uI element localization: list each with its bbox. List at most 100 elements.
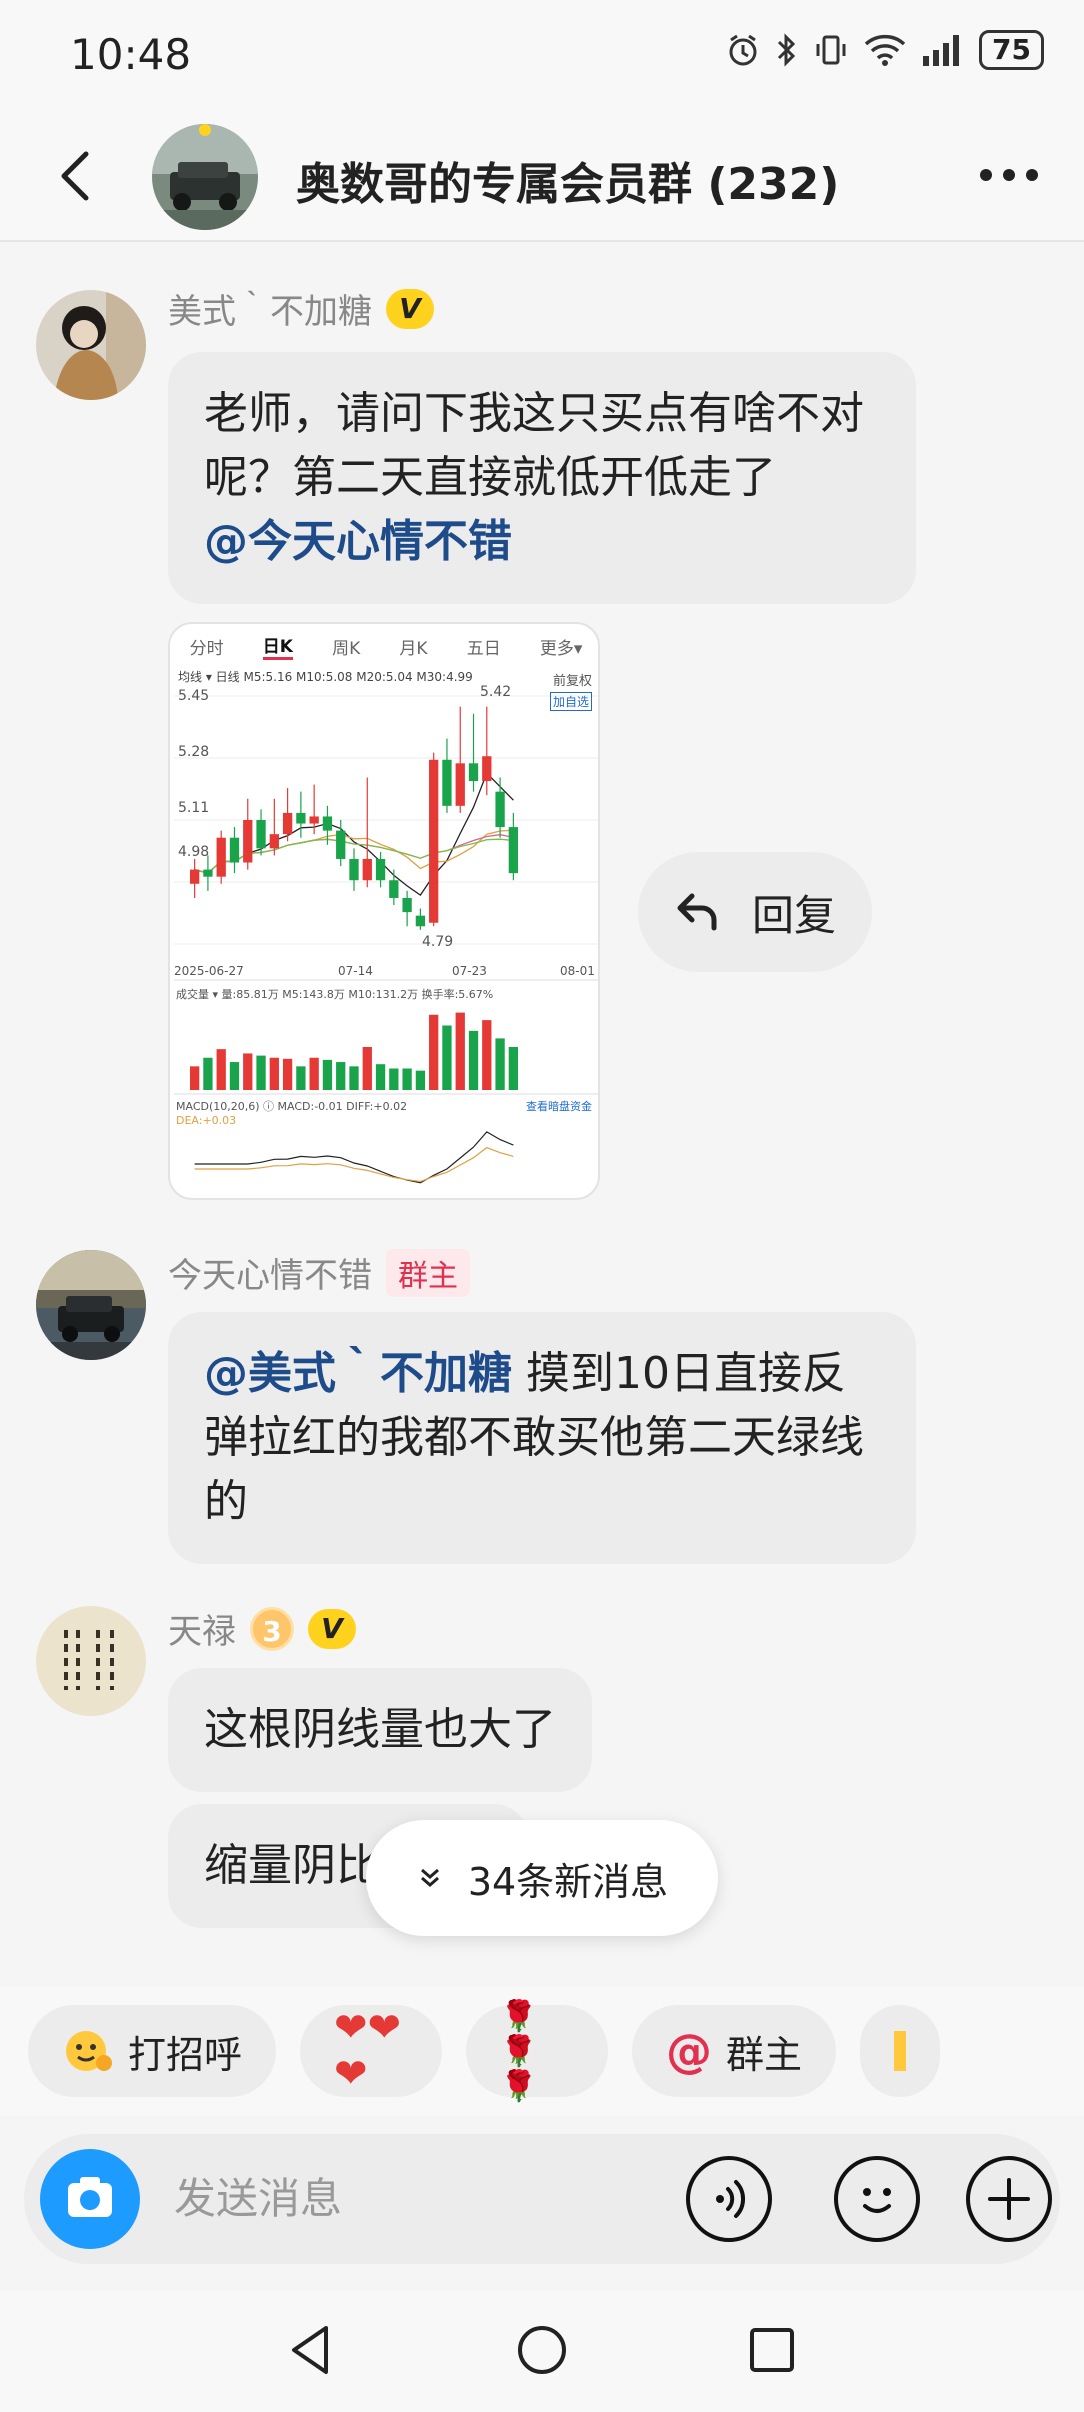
voice-button[interactable] bbox=[686, 2156, 772, 2242]
quick-reply-roses[interactable]: 🌹 🌹 🌹 bbox=[466, 1999, 609, 2104]
volume-bar bbox=[495, 1038, 505, 1090]
candle-body bbox=[309, 816, 319, 824]
sender-name: 天禄 3 V bbox=[168, 1604, 356, 1653]
chart-tabs: 分时 日K 周K 月K 五日 更多▾ bbox=[170, 624, 598, 668]
candle-body bbox=[189, 869, 200, 884]
group-title: 奥数哥的专属会员群 (232) bbox=[296, 159, 840, 210]
candle-body bbox=[243, 820, 253, 863]
nav-home-icon[interactable] bbox=[512, 2320, 572, 2380]
volume-bar bbox=[389, 1068, 399, 1090]
quick-reply-mention-owner[interactable]: @ 群主 bbox=[632, 2005, 837, 2097]
candle-body bbox=[402, 897, 412, 913]
message-bubble[interactable]: 这根阴线量也大了 bbox=[168, 1668, 592, 1792]
owner-badge: 群主 bbox=[386, 1248, 470, 1297]
chart-tab: 月K bbox=[399, 638, 428, 659]
add-button[interactable] bbox=[966, 2156, 1052, 2242]
group-avatar[interactable] bbox=[152, 124, 258, 230]
candle-body bbox=[203, 869, 213, 877]
volume-bar bbox=[296, 1066, 306, 1090]
camera-button[interactable] bbox=[40, 2149, 140, 2249]
volume-bar bbox=[189, 1066, 200, 1090]
battery-indicator: 75 bbox=[979, 30, 1044, 70]
emoji-icon bbox=[863, 2188, 891, 2213]
wave-emoji-icon bbox=[66, 2031, 112, 2071]
hearts-icon: ❤❤❤ bbox=[334, 2005, 402, 2097]
chart-tab-active: 日K bbox=[262, 632, 293, 660]
candle-body bbox=[389, 880, 399, 898]
sender-name-text: 美式｀不加糖 bbox=[168, 292, 372, 332]
message-input[interactable]: 发送消息 bbox=[174, 2164, 674, 2234]
ma-legend: 均线 ▾ 日线 M5:5.16 M10:5.08 M20:5.04 M30:4.… bbox=[178, 670, 473, 684]
nav-back-icon[interactable] bbox=[282, 2320, 342, 2380]
stock-chart-image[interactable]: 分时 日K 周K 月K 五日 更多▾ 均线 ▾ 日线 M5:5.16 M10:5… bbox=[168, 622, 600, 1200]
quick-reply-more[interactable] bbox=[860, 2005, 941, 2097]
avatar[interactable] bbox=[36, 1606, 146, 1716]
mention-link[interactable]: @今天心情不错 bbox=[204, 516, 512, 567]
nav-recents-icon[interactable] bbox=[742, 2320, 802, 2380]
status-time: 10:48 bbox=[70, 30, 192, 79]
macd-legend: MACD(10,20,6) ⓘ MACD:-0.01 DIFF:+0.02 bbox=[176, 1100, 408, 1113]
chart-tab: 五日 bbox=[466, 638, 501, 659]
volume-bar bbox=[336, 1062, 346, 1090]
price-label: 4.98 bbox=[178, 844, 210, 860]
add-watchlist-label: 加自选 bbox=[549, 692, 592, 711]
quick-reply-bar: 打招呼 ❤❤❤ 🌹 🌹 🌹 @ 群主 bbox=[0, 1986, 1084, 2116]
date-label: 07-14 bbox=[338, 964, 373, 978]
more-icon[interactable] bbox=[974, 150, 1044, 200]
at-icon: @ bbox=[666, 2024, 713, 2078]
volume-bar bbox=[322, 1059, 333, 1090]
message-bubble[interactable]: @美式｀不加糖 摸到10日直接反弹拉红的我都不敢买他第二天绿线的 bbox=[168, 1312, 916, 1564]
candle-body bbox=[429, 759, 439, 923]
message-text: 缩量阴比 bbox=[204, 1840, 380, 1891]
message-bubble[interactable]: 老师，请问下我这只买点有啥不对呢？第二天直接就低开低走了 @今天心情不错 bbox=[168, 352, 916, 604]
sender-name: 美式｀不加糖 V bbox=[168, 284, 434, 333]
volume-bar bbox=[482, 1020, 492, 1090]
wifi-icon bbox=[864, 34, 906, 66]
sender-name-text: 天禄 bbox=[168, 1612, 236, 1652]
avatar[interactable] bbox=[36, 290, 146, 400]
message-text: 这根阴线量也大了 bbox=[204, 1704, 556, 1755]
quick-reply-greet[interactable]: 打招呼 bbox=[28, 2005, 277, 2097]
avatar[interactable] bbox=[36, 1250, 146, 1360]
candle-body bbox=[336, 830, 346, 859]
level-badge: 3 bbox=[250, 1606, 294, 1651]
roses-icon: 🌹 🌹 🌹 bbox=[500, 1998, 538, 2104]
reply-button[interactable]: 回复 bbox=[638, 852, 872, 972]
message-text: 老师，请问下我这只买点有啥不对呢？第二天直接就低开低走了 bbox=[204, 388, 864, 503]
volume-bar bbox=[429, 1014, 439, 1090]
back-icon[interactable] bbox=[48, 146, 108, 206]
candle-body bbox=[229, 837, 240, 863]
candle-body bbox=[442, 759, 452, 806]
reply-label: 回复 bbox=[751, 890, 836, 940]
camera-icon bbox=[68, 2177, 112, 2217]
volume-bar bbox=[216, 1049, 226, 1090]
emoji-button[interactable] bbox=[834, 2156, 920, 2242]
message-list[interactable]: 美式｀不加糖 V 老师，请问下我这只买点有啥不对呢？第二天直接就低开低走了 @今… bbox=[0, 244, 1084, 1974]
candle-body bbox=[508, 827, 519, 874]
candle-body bbox=[495, 791, 505, 828]
voice-icon bbox=[716, 2180, 746, 2218]
quick-reply-hearts[interactable]: ❤❤❤ bbox=[300, 2005, 443, 2097]
plus-icon bbox=[988, 2178, 1030, 2220]
high-price-label: 5.42 bbox=[480, 684, 512, 700]
mention-link[interactable]: @美式｀不加糖 bbox=[204, 1348, 512, 1399]
new-messages-button[interactable]: 34条新消息 bbox=[366, 1820, 718, 1936]
volume-bar bbox=[243, 1053, 253, 1090]
price-label: 5.45 bbox=[178, 688, 210, 704]
candle-body bbox=[415, 915, 426, 927]
volume-bar bbox=[256, 1055, 266, 1090]
low-price-label: 4.79 bbox=[422, 934, 454, 950]
candle-body bbox=[282, 812, 293, 835]
verified-badge: V bbox=[308, 1608, 356, 1649]
quick-reply-label: 打招呼 bbox=[128, 2032, 243, 2077]
sender-name: 今天心情不错 群主 bbox=[168, 1248, 470, 1297]
candle-body bbox=[362, 858, 372, 881]
status-bar: 10:48 75 bbox=[0, 0, 1084, 110]
volume-bar bbox=[468, 1030, 479, 1090]
price-label: 5.28 bbox=[178, 744, 210, 760]
alarm-icon bbox=[729, 34, 757, 66]
double-chevron-down-icon bbox=[420, 1868, 439, 1887]
candle-body bbox=[375, 858, 386, 881]
macd-diff-line bbox=[194, 1131, 514, 1184]
sender-name-text: 今天心情不错 bbox=[168, 1256, 372, 1296]
